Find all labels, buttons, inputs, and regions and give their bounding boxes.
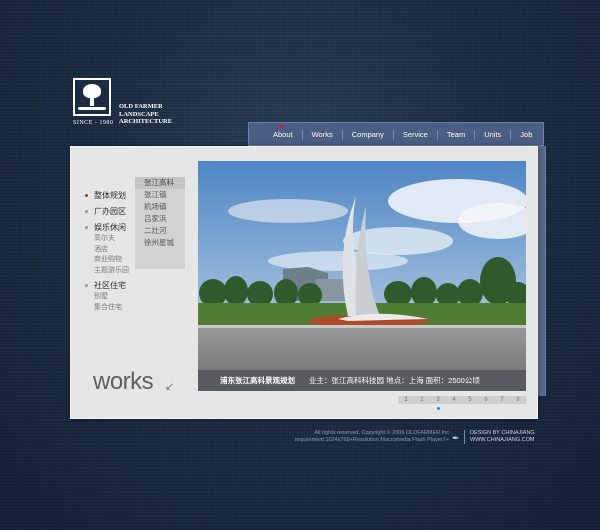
arrow-down-left-icon: ↙ [165, 381, 175, 393]
tree-logo-icon [73, 78, 111, 116]
category-menu: 整体规划厂办园区娱乐休闲高尔夫 酒店 商业购物 主题游乐园社区住宅别墅 集合住宅 [84, 190, 129, 317]
project-list: 张江高科 张江镇 机场镇 吕家浜 二灶河 徐州星城 [135, 177, 185, 269]
project-photo [198, 161, 526, 391]
current-page-indicator [437, 407, 440, 410]
category-item[interactable]: 厂办园区 [84, 206, 129, 218]
requirement-line: requirement:1024x768+Resolution.Macromed… [294, 437, 449, 443]
design-credit: DESIGN BY CHINAJIANG [470, 430, 535, 436]
category-item[interactable]: 娱乐休闲 [84, 222, 129, 234]
nav-works[interactable]: Works [301, 130, 342, 140]
bullet-icon [85, 226, 88, 229]
category-label: 社区住宅 [94, 281, 126, 290]
subcategory-item[interactable]: 主题游乐园 [84, 266, 129, 277]
project-item[interactable]: 徐州星城 [135, 237, 185, 249]
page-8-button[interactable]: 8 [510, 396, 526, 404]
page-4-button[interactable]: 4 [446, 396, 462, 404]
page-6-button[interactable]: 6 [478, 396, 494, 404]
category-item[interactable]: 社区住宅 [84, 280, 129, 292]
logo-name: OLD FARMER LANDSCAPE ARCHITECTURE [119, 103, 173, 125]
footer-copyright: All rights reserved. Copyright © 2006 OL… [283, 430, 449, 444]
subcategory-item[interactable]: 别墅 [84, 292, 129, 303]
nav-about[interactable]: About [264, 130, 302, 140]
subcategory-item[interactable]: 商业购物 [84, 255, 129, 266]
project-item[interactable]: 张江高科 [135, 177, 185, 189]
nav-units[interactable]: Units [474, 130, 510, 140]
logo-since: SINCE - 1980 [73, 120, 114, 126]
project-item[interactable]: 机场镇 [135, 201, 185, 213]
subcategory-item[interactable]: 集合住宅 [84, 303, 129, 314]
page-5-button[interactable]: 5 [462, 396, 478, 404]
project-item[interactable]: 吕家浜 [135, 213, 185, 225]
nav-team[interactable]: Team [436, 130, 474, 140]
category-label: 整体规划 [94, 191, 126, 200]
bullet-icon [85, 194, 88, 197]
nav-company[interactable]: Company [341, 130, 393, 140]
bullet-icon [85, 284, 88, 287]
copyright-line: All rights reserved. Copyright © 2006 OL… [314, 430, 449, 436]
caption-title: 浦东张江高科景观规划 [220, 376, 295, 385]
project-item[interactable]: 二灶河 [135, 225, 185, 237]
footer-divider [464, 430, 465, 444]
page-7-button[interactable]: 7 [494, 396, 510, 404]
logo[interactable]: SINCE - 1980 OLD FARMER LANDSCAPE ARCHIT… [73, 78, 172, 126]
photo-caption: 浦东张江高科景观规划 业主：张江高科科技园 地点：上海 面积：2500公顷 [198, 370, 526, 391]
designer-site-link[interactable]: WWW.CHINAJIANG.COM [470, 437, 535, 444]
bullet-icon [85, 210, 88, 213]
page-3-button[interactable]: 3 [430, 396, 446, 404]
footer-credit[interactable]: DESIGN BY CHINAJIANG WWW.CHINAJIANG.COM [470, 430, 535, 444]
page-1-button[interactable]: 1 [398, 396, 414, 404]
page-2-button[interactable]: 2 [414, 396, 430, 404]
category-label: 娱乐休闲 [94, 223, 126, 232]
subcategory-item[interactable]: 酒店 [84, 245, 129, 256]
pagination: 12345678 [398, 396, 526, 404]
category-item[interactable]: 整体规划 [84, 190, 129, 202]
nav-service[interactable]: Service [392, 130, 437, 140]
pen-icon: ✒ [452, 433, 460, 443]
caption-info: 业主：张江高科科技园 地点：上海 面积：2500公顷 [309, 376, 480, 385]
active-nav-arrow-icon [278, 125, 284, 129]
subcategory-item[interactable]: 高尔夫 [84, 234, 129, 245]
project-item[interactable]: 张江镇 [135, 189, 185, 201]
nav-job[interactable]: Job [510, 130, 541, 140]
top-nav: About Works Company Service Team Units Job [248, 122, 544, 146]
works-heading: works [93, 368, 154, 395]
category-label: 厂办园区 [94, 207, 126, 216]
